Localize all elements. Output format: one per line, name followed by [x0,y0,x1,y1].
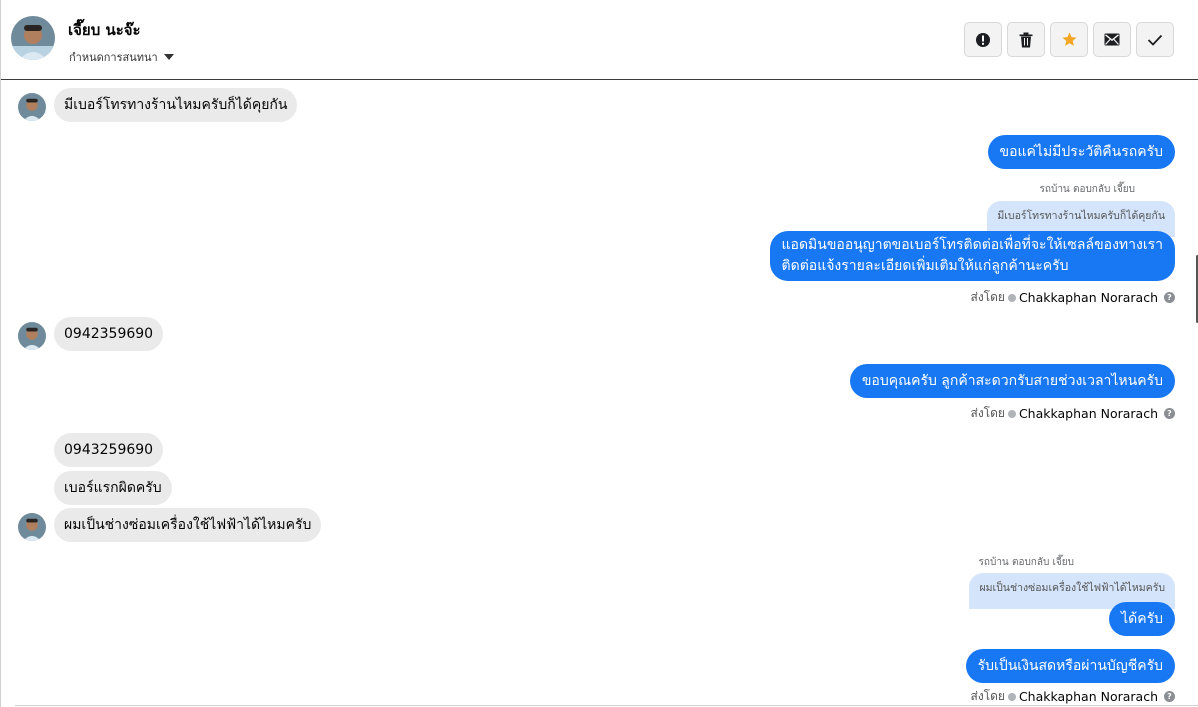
contact-avatar-small [18,93,46,121]
delete-button[interactable] [1007,22,1045,57]
agent-avatar-icon [1007,293,1016,302]
mail-icon [1104,33,1120,46]
agent-avatar-icon [1007,692,1016,701]
reply-label: รถบ้าน ตอบกลับ เจี๊ยบ [1039,184,1135,195]
star-button[interactable] [1050,22,1088,57]
help-icon[interactable]: ? [1164,292,1175,303]
sent-by-label: ส่งโดย [970,406,1005,420]
outgoing-message[interactable]: รับเป็นเงินสดหรือผ่านบัญชีครับ [965,649,1175,683]
outgoing-message[interactable]: แอดมินขออนุญาตขอเบอร์โทรติดต่อเพื่อที่จะ… [769,231,1175,281]
incoming-message[interactable]: 0942359690 [54,317,164,351]
message-line: ติดต่อแจ้งรายละเอียดเพิ่มเติมให้แก่ลูกค้… [781,258,1069,274]
contact-avatar[interactable] [11,16,55,60]
agent-avatar-icon [1007,409,1016,418]
sent-by-info: ส่งโดย Chakkaphan Norarach ? [970,288,1175,307]
header-actions [964,22,1174,57]
outgoing-message[interactable]: ขอแค่ไม่มีประวัติคืนรถครับ [987,135,1175,169]
outgoing-message[interactable]: ได้ครับ [1109,602,1175,636]
conversation-panel: เจี๊ยบ นะจ๊ะ กำหนดการสนทนา มีเบอร์โทรทาง… [0,0,1198,707]
sent-by-name: Chakkaphan Norarach [1018,290,1158,305]
caret-down-icon [163,54,174,60]
incoming-message[interactable]: มีเบอร์โทรทางร้านไหมครับก็ได้คุยกัน [54,88,298,122]
incoming-message[interactable]: ผมเป็นช่างซ่อมเครื่องใช้ไฟฟ้าได้ไหมครับ [54,508,322,542]
mark-unread-button[interactable] [1093,22,1131,57]
trash-icon [1019,32,1033,47]
assign-label: กำหนดการสนทนา [69,51,158,64]
sent-by-label: ส่งโดย [970,290,1005,304]
conversation-header: เจี๊ยบ นะจ๊ะ กำหนดการสนทนา [1,0,1198,80]
sent-by-info: ส่งโดย Chakkaphan Norarach ? [970,404,1175,423]
mark-done-button[interactable] [1136,22,1174,57]
contact-avatar-small [18,513,46,541]
spam-icon [976,32,990,47]
incoming-message[interactable]: 0943259690 [54,433,164,467]
mark-spam-button[interactable] [964,22,1002,57]
sent-by-info: ส่งโดย Chakkaphan Norarach ? [970,687,1175,706]
star-icon [1061,32,1077,46]
reply-label: รถบ้าน ตอบกลับ เจี๊ยบ [978,557,1074,568]
incoming-message[interactable]: เบอร์แรกผิดครับ [54,471,172,505]
sent-by-name: Chakkaphan Norarach [1018,406,1158,421]
composer-divider [15,705,1198,706]
outgoing-message[interactable]: ขอบคุณครับ ลูกค้าสะดวกรับสายช่วงเวลาไหนค… [849,364,1175,398]
assign-conversation-dropdown[interactable]: กำหนดการสนทนา [69,48,174,66]
message-thread: มีเบอร์โทรทางร้านไหมครับก็ได้คุยกัน ขอแค… [1,80,1198,707]
check-icon [1147,34,1163,46]
contact-name: เจี๊ยบ นะจ๊ะ [68,21,141,39]
contact-avatar-small [18,322,46,350]
sent-by-name: Chakkaphan Norarach [1018,689,1158,704]
help-icon[interactable]: ? [1164,691,1175,702]
sent-by-label: ส่งโดย [970,689,1005,703]
message-line: แอดมินขออนุญาตขอเบอร์โทรติดต่อเพื่อที่จะ… [781,237,1163,253]
help-icon[interactable]: ? [1164,408,1175,419]
